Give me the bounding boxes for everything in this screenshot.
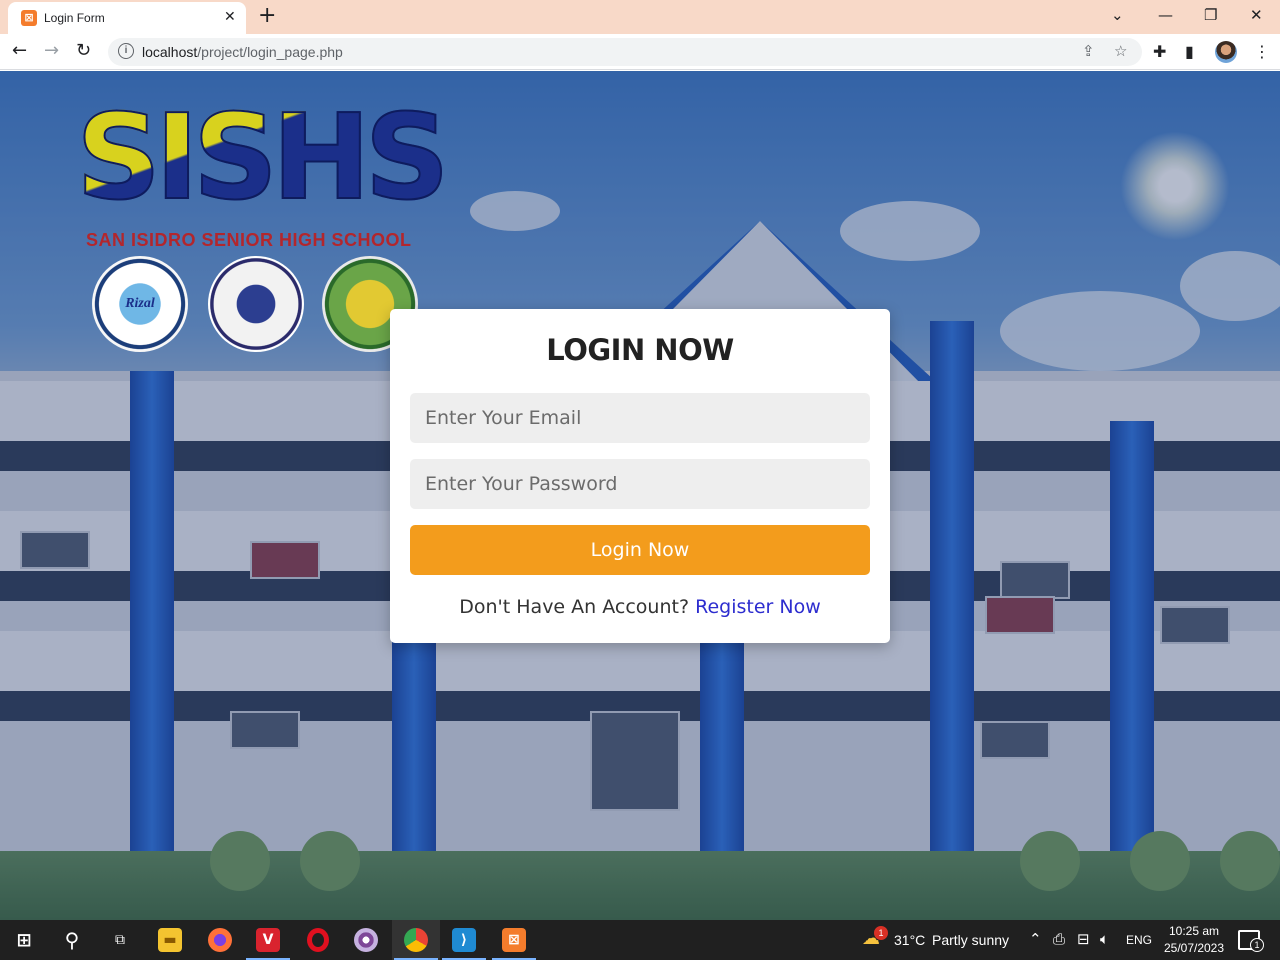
side-panel-icon[interactable]: ▮ [1185,42,1194,61]
chrome-icon [404,928,428,952]
email-input[interactable] [410,393,870,443]
forward-button[interactable]: → [44,40,59,62]
browser-titlebar: ⊠ Login Form ✕ + ⌄ — ❐ ✕ [0,0,1280,34]
language-indicator[interactable]: ENG [1126,933,1152,947]
taskbar-file-explorer[interactable]: ▬ [146,920,194,960]
tab-title: Login Form [44,11,105,25]
show-hidden-icons-chevron-icon[interactable]: ⌃ [1029,930,1042,948]
notification-count-badge: 1 [1250,938,1264,952]
clock-time: 10:25 am [1168,924,1220,938]
close-window-button[interactable]: ✕ [1250,6,1263,24]
task-view-icon: ⧉ [115,932,125,948]
register-link[interactable]: Register Now [695,596,821,618]
taskbar-firefox[interactable] [196,920,244,960]
network-icon[interactable]: ⊟ [1077,930,1090,948]
login-card: LOGIN NOW Login Now Don't Have An Accoun… [390,309,890,643]
school-name: SAN ISIDRO SENIOR HIGH SCHOOL [86,230,412,250]
rizal-division-seal-icon: Rizal [92,256,188,352]
bookmark-star-icon[interactable]: ☆ [1114,42,1127,60]
login-title: LOGIN NOW [546,333,734,367]
search-icon: ⚲ [64,928,80,952]
school-logo-text: SISHS [75,88,451,226]
site-info-icon[interactable]: i [118,43,134,59]
url-text[interactable]: localhost/project/login_page.php [142,44,343,60]
clock-date: 25/07/2023 [1163,941,1225,955]
taskbar-opera[interactable] [294,920,342,960]
vivaldi-icon: V [256,928,280,952]
back-button[interactable]: ← [12,40,27,62]
weather-description[interactable]: Partly sunny [932,932,1009,948]
login-button[interactable]: Login Now [410,525,870,575]
volume-icon[interactable]: 🔈︎ [1100,930,1109,948]
browser-toolbar: ← → ↻ i localhost/project/login_page.php… [0,34,1280,70]
taskbar-tor[interactable] [342,920,390,960]
address-bar[interactable]: i localhost/project/login_page.php ⇪ ☆ [108,38,1142,66]
vscode-icon: ⟩ [452,928,476,952]
windows-logo-icon: ⊞ [16,929,32,951]
seal-label: Rizal [125,296,155,311]
taskbar-vivaldi[interactable]: V [244,920,292,960]
profile-avatar[interactable] [1215,41,1237,63]
folder-icon: ▬ [158,928,182,952]
browser-tab[interactable]: ⊠ Login Form ✕ [8,2,246,34]
reload-button[interactable]: ↻ [76,40,91,62]
taskbar-xampp[interactable]: ⊠ [490,920,538,960]
system-clock[interactable]: 10:25 am 25/07/2023 [1158,923,1230,957]
search-button[interactable]: ⚲ [48,920,96,960]
new-tab-button[interactable]: + [258,4,276,28]
start-button[interactable]: ⊞ [0,920,48,960]
deped-seal-icon [208,256,304,352]
taskbar-chrome[interactable] [392,920,440,960]
meet-now-icon[interactable]: ⎙ [1053,930,1065,948]
xampp-favicon-icon: ⊠ [21,10,37,26]
firefox-icon [208,928,232,952]
taskbar-vscode[interactable]: ⟩ [440,920,488,960]
xampp-icon: ⊠ [502,928,526,952]
browser-menu-icon[interactable]: ⋮ [1254,42,1270,61]
tab-close-icon[interactable]: ✕ [224,9,236,25]
weather-temperature[interactable]: 31°C [894,932,925,948]
minimize-button[interactable]: — [1158,6,1173,24]
register-prompt: Don't Have An Account? Register Now [390,596,890,618]
password-input[interactable] [410,459,870,509]
extensions-puzzle-icon[interactable]: ✚ [1153,42,1166,61]
windows-taskbar: ⊞ ⚲ ⧉ ▬ V ⟩ ⊠ ☁ 1 31°C Partly sunny ⌃ ⎙ … [0,920,1280,960]
tab-search-chevron-icon[interactable]: ⌄ [1111,6,1124,24]
weather-badge: 1 [874,926,888,940]
task-view-button[interactable]: ⧉ [96,920,144,960]
restore-button[interactable]: ❐ [1204,6,1217,24]
no-account-text: Don't Have An Account? [459,596,690,618]
tor-browser-icon [354,928,378,952]
share-icon[interactable]: ⇪ [1082,42,1095,60]
opera-icon [307,928,329,952]
